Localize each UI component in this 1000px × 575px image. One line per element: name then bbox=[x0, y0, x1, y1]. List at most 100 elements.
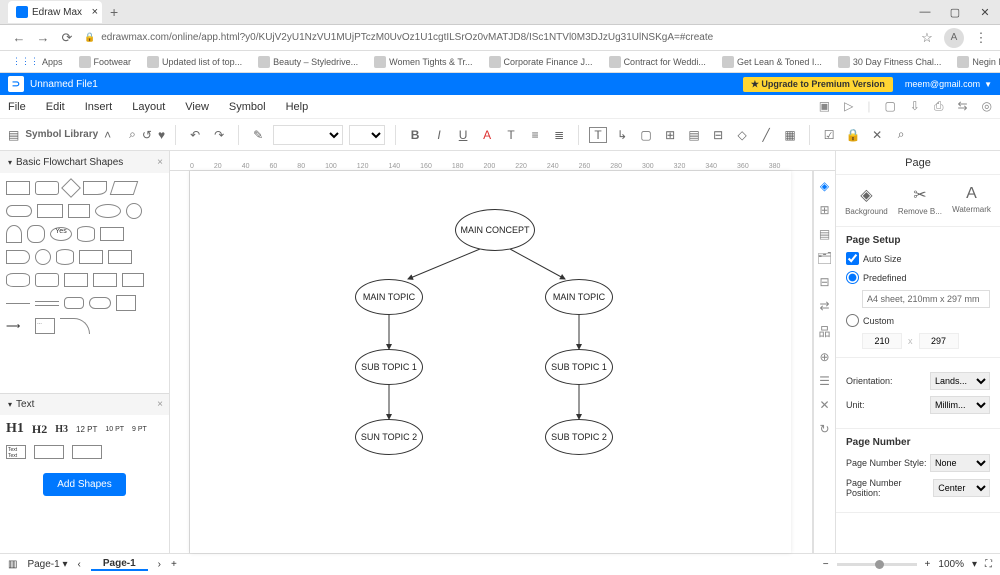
add-icon[interactable]: ⊕ bbox=[819, 350, 829, 364]
predefined-radio[interactable]: Predefined bbox=[846, 271, 907, 284]
shape-arrowline[interactable]: ⟶ bbox=[6, 321, 30, 332]
forward-icon[interactable]: → bbox=[36, 30, 50, 45]
shape-rect[interactable] bbox=[6, 181, 30, 195]
shape-note[interactable]: … bbox=[35, 318, 55, 334]
node-sub-topic-1b[interactable]: SUB TOPIC 1 bbox=[545, 349, 613, 385]
unit-select[interactable]: Millim... bbox=[930, 396, 990, 414]
shape-wave[interactable] bbox=[6, 273, 30, 287]
shape-doc[interactable] bbox=[83, 181, 107, 195]
paint-icon[interactable]: ╱ bbox=[757, 128, 775, 142]
node-main-topic-1[interactable]: MAIN TOPIC bbox=[355, 279, 423, 315]
pages-icon[interactable]: ▥ bbox=[8, 559, 17, 570]
shape-card[interactable] bbox=[100, 227, 124, 241]
h3-style[interactable]: H3 bbox=[55, 424, 68, 435]
shape-circle2[interactable] bbox=[35, 249, 51, 265]
text-panel-header[interactable]: ▾ Text × bbox=[0, 393, 169, 415]
menu-file[interactable]: File bbox=[8, 101, 26, 113]
hierarchy-icon[interactable]: 品 bbox=[818, 323, 830, 340]
tools-icon[interactable]: ✕ bbox=[868, 128, 886, 142]
url-field[interactable]: 🔒 edrawmax.com/online/app.html?y0/KUjV2y… bbox=[84, 32, 910, 43]
node-root[interactable]: MAIN CONCEPT bbox=[455, 209, 535, 251]
user-email[interactable]: meem@gmail.com bbox=[905, 79, 980, 89]
height-input[interactable] bbox=[919, 333, 959, 349]
shape-pill[interactable] bbox=[6, 205, 32, 217]
node-main-topic-2[interactable]: MAIN TOPIC bbox=[545, 279, 613, 315]
zoom-out-icon[interactable]: ↺ bbox=[142, 128, 152, 142]
play-icon[interactable]: ▷ bbox=[844, 99, 853, 114]
shape-shield[interactable] bbox=[116, 295, 136, 311]
undo-icon[interactable]: ↶ bbox=[186, 128, 204, 142]
text-sample[interactable]: TextText bbox=[6, 445, 26, 459]
connector-icon[interactable]: ↳ bbox=[613, 128, 631, 142]
menu-edit[interactable]: Edit bbox=[46, 101, 65, 113]
close-window-icon[interactable]: ✕ bbox=[970, 0, 1000, 25]
grid-icon[interactable]: ⊞ bbox=[819, 203, 829, 217]
font-color-icon[interactable]: A bbox=[478, 128, 496, 142]
minimize-icon[interactable]: — bbox=[910, 0, 940, 25]
lock-shape-icon[interactable]: 🔒 bbox=[844, 128, 862, 142]
close-icon[interactable]: × bbox=[157, 399, 163, 410]
close-icon[interactable]: × bbox=[157, 157, 163, 168]
drawing-canvas[interactable]: MAIN CONCEPT MAIN TOPIC MAIN TOPIC SUB T… bbox=[190, 171, 791, 553]
maximize-icon[interactable]: ▢ bbox=[940, 0, 970, 25]
shape-circle[interactable] bbox=[126, 203, 142, 219]
ruler-icon[interactable]: 🗂 bbox=[817, 251, 832, 265]
orientation-select[interactable]: Lands... bbox=[930, 372, 990, 390]
heart-icon[interactable]: ♥ bbox=[158, 128, 165, 142]
menu-insert[interactable]: Insert bbox=[85, 101, 113, 113]
italic-icon[interactable]: I bbox=[430, 128, 448, 142]
download-icon[interactable]: ⇩ bbox=[910, 99, 920, 114]
add-shapes-button[interactable]: Add Shapes bbox=[43, 473, 126, 496]
checkbox-icon[interactable]: ☑ bbox=[820, 128, 838, 142]
page-tab-active[interactable]: Page-1 bbox=[91, 558, 148, 571]
bookmark-item[interactable]: Women Tights & Tr... bbox=[374, 56, 472, 68]
back-icon[interactable]: ← bbox=[12, 30, 26, 45]
chevron-up-icon[interactable]: ˄ bbox=[104, 128, 111, 142]
fullscreen-icon[interactable]: ⛶ bbox=[985, 559, 992, 570]
shape-round-rect[interactable] bbox=[35, 181, 59, 195]
page-dropdown[interactable]: Page-1 ▾ bbox=[27, 559, 67, 570]
menu-help[interactable]: Help bbox=[286, 101, 309, 113]
shape-display[interactable] bbox=[6, 250, 30, 264]
chart-icon[interactable]: ▦ bbox=[781, 128, 799, 142]
shape-pent[interactable] bbox=[122, 273, 144, 287]
settings-icon[interactable]: ☰ bbox=[819, 374, 830, 388]
h1-style[interactable]: H1 bbox=[6, 421, 24, 437]
zoom-slider[interactable] bbox=[837, 563, 917, 566]
text-sample[interactable] bbox=[72, 445, 102, 459]
custom-radio[interactable]: Custom bbox=[846, 314, 894, 327]
bookmark-item[interactable]: Corporate Finance J... bbox=[489, 56, 593, 68]
layers-icon[interactable]: ▤ bbox=[819, 227, 830, 241]
stack-icon[interactable]: ⊟ bbox=[819, 275, 829, 289]
paper-size-select[interactable]: A4 sheet, 210mm x 297 mm bbox=[862, 290, 990, 308]
bookmark-item[interactable]: Negin Mirsalehi (@... bbox=[957, 56, 1000, 68]
close-icon[interactable]: × bbox=[92, 6, 98, 18]
shape-double[interactable] bbox=[68, 204, 90, 218]
bookmark-item[interactable]: Updated list of top... bbox=[147, 56, 242, 68]
profile-avatar[interactable]: A bbox=[944, 28, 964, 48]
reload-icon[interactable]: ⟳ bbox=[60, 30, 74, 46]
shape-hex[interactable] bbox=[64, 273, 88, 287]
star-icon[interactable]: ☆ bbox=[920, 30, 934, 46]
underline-icon[interactable]: U bbox=[454, 128, 472, 142]
group-icon[interactable]: ⊟ bbox=[709, 128, 727, 142]
shape-parallel[interactable] bbox=[110, 181, 139, 195]
shape-diamond[interactable] bbox=[61, 178, 81, 198]
shape-manual[interactable] bbox=[79, 250, 103, 264]
shape-stadium[interactable] bbox=[89, 297, 111, 309]
zoom-out-icon[interactable]: − bbox=[823, 559, 829, 570]
search-icon[interactable]: ⌕ bbox=[892, 127, 910, 142]
browser-menu-icon[interactable]: ⋮ bbox=[974, 30, 988, 46]
bookmark-item[interactable]: Beauty – Styledrive... bbox=[258, 56, 358, 68]
next-page-icon[interactable]: › bbox=[158, 559, 161, 570]
save-icon[interactable]: ▢ bbox=[884, 99, 895, 114]
font-shadow-icon[interactable]: T bbox=[502, 128, 520, 142]
diamond-tool-icon[interactable]: ◈ bbox=[820, 179, 829, 193]
shape-rect2[interactable] bbox=[35, 273, 59, 287]
present-icon[interactable]: ▣ bbox=[819, 99, 830, 114]
shape-person[interactable] bbox=[27, 225, 45, 243]
upgrade-premium-button[interactable]: ★ Upgrade to Premium Version bbox=[743, 77, 893, 92]
text-sample[interactable] bbox=[34, 445, 64, 459]
bookmark-item[interactable]: 30 Day Fitness Chal... bbox=[838, 56, 942, 68]
fontsize-select[interactable] bbox=[349, 125, 385, 145]
